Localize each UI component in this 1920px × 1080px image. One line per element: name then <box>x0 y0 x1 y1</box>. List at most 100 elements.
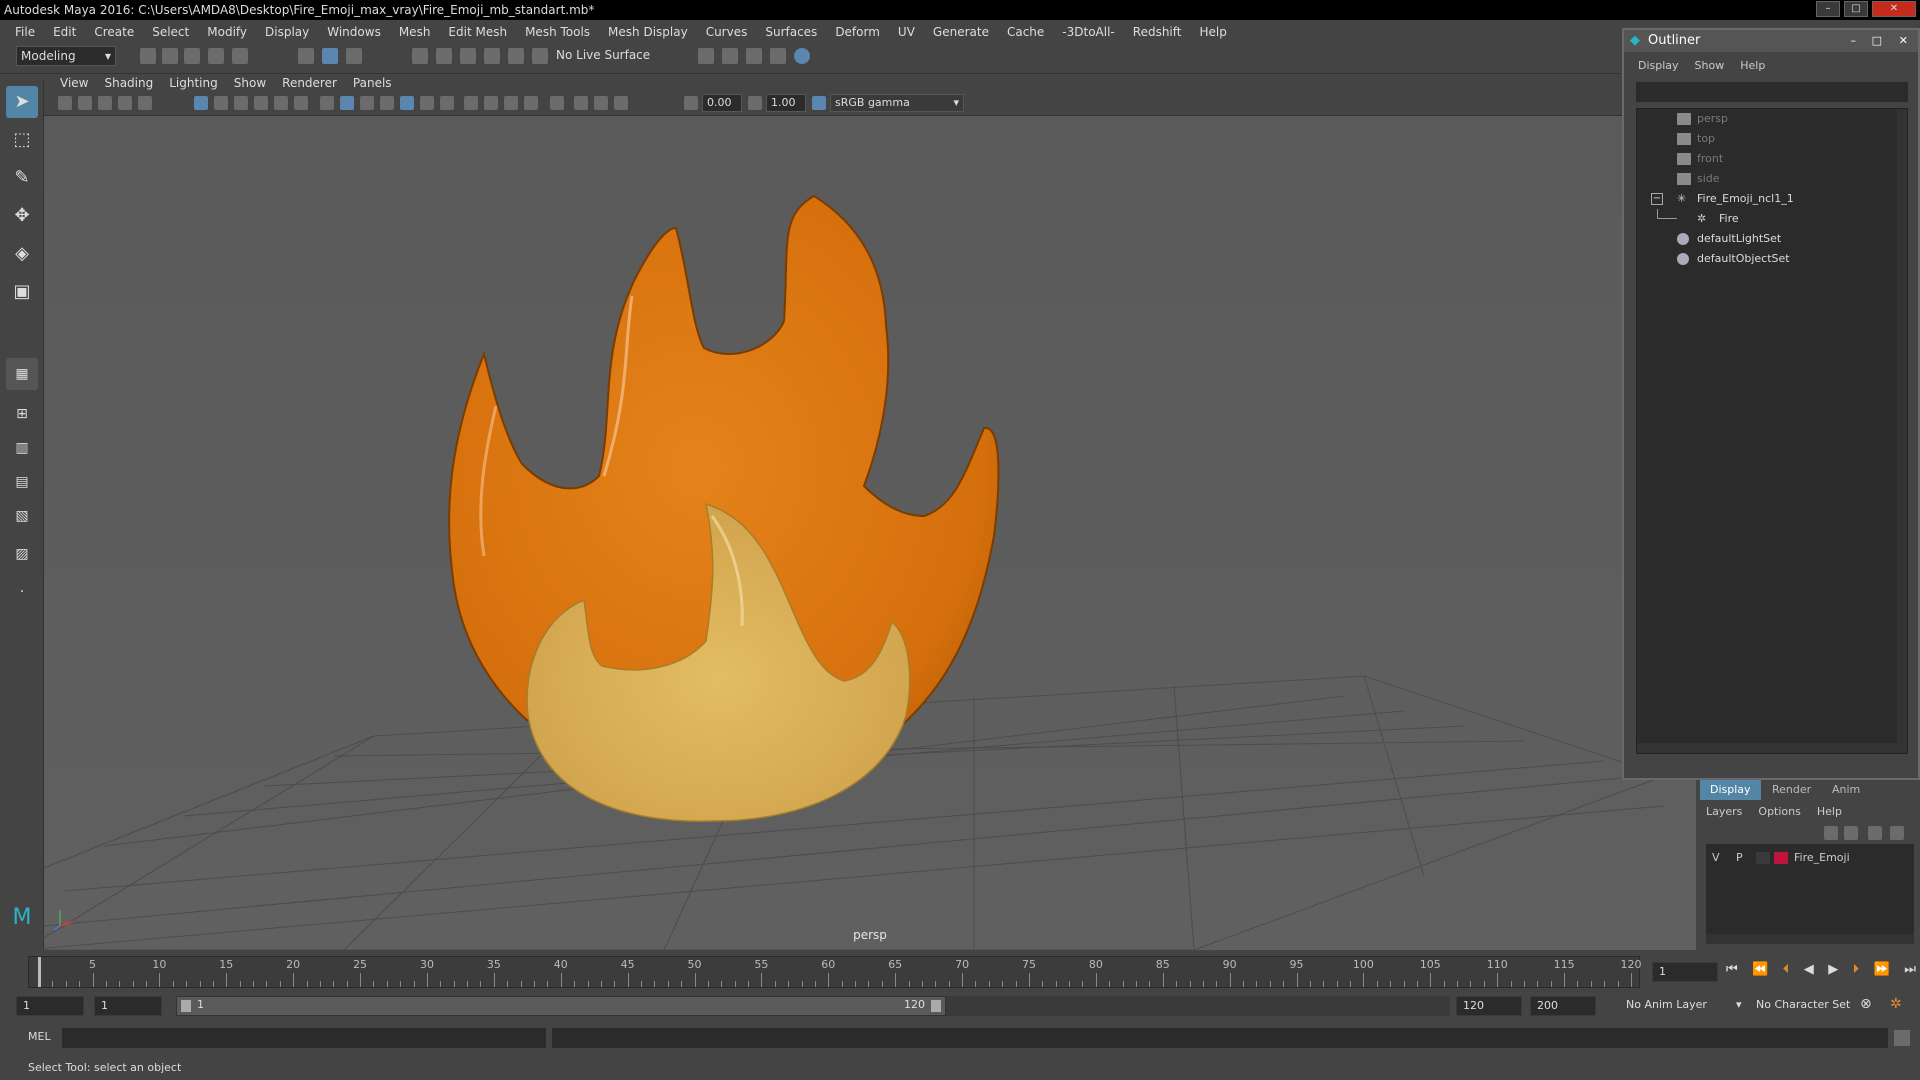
select-object-icon[interactable] <box>322 48 338 64</box>
preferences-icon[interactable]: ✲ <box>1890 996 1902 1012</box>
menu-curves[interactable]: Curves <box>697 25 757 39</box>
outliner-menu-help[interactable]: Help <box>1732 56 1773 76</box>
shadows-icon[interactable] <box>440 96 454 110</box>
xray-components-icon[interactable] <box>614 96 628 110</box>
select-tool-icon[interactable]: ➤ <box>6 86 38 118</box>
move-layer-down-icon[interactable] <box>1844 826 1858 840</box>
start-time-field[interactable]: 1 <box>16 996 84 1016</box>
menu-edit-mesh[interactable]: Edit Mesh <box>439 25 516 39</box>
mode-dropdown[interactable]: Modeling ▾ <box>16 46 116 66</box>
single-view-layout-icon[interactable]: ▦ <box>6 358 38 390</box>
range-start-handle[interactable] <box>181 1000 191 1012</box>
step-forward-key-icon[interactable]: ⏵ <box>1853 962 1860 982</box>
tree-item-front[interactable]: front <box>1637 149 1887 169</box>
close-button[interactable]: ✕ <box>1872 1 1916 17</box>
new-layer-icon[interactable] <box>1868 826 1882 840</box>
menu-cache[interactable]: Cache <box>998 25 1053 39</box>
go-to-end-icon[interactable]: ⏭ <box>1904 962 1916 982</box>
tab-display[interactable]: Display <box>1700 780 1761 800</box>
film-gate-icon[interactable] <box>214 96 228 110</box>
gate-mask-icon[interactable] <box>254 96 268 110</box>
open-scene-icon[interactable] <box>162 48 178 64</box>
grid-toggle-icon[interactable] <box>194 96 208 110</box>
outliner-search-input[interactable] <box>1636 82 1908 102</box>
vp-menu-show[interactable]: Show <box>226 76 274 90</box>
layer-row[interactable]: V P Fire_Emoji <box>1706 848 1914 868</box>
snap-grid-icon[interactable] <box>412 48 428 64</box>
layer-horizontal-scrollbar[interactable] <box>1706 934 1914 944</box>
anim-end-field[interactable]: 120 <box>1456 996 1522 1016</box>
menu-edit[interactable]: Edit <box>44 25 85 39</box>
layer-visibility-toggle[interactable]: V <box>1712 848 1720 868</box>
menu-3dtoall[interactable]: -3DtoAll- <box>1053 25 1123 39</box>
outliner-vertical-scrollbar[interactable] <box>1897 109 1907 753</box>
use-all-lights-icon[interactable] <box>420 96 434 110</box>
outliner-maximize-button[interactable]: □ <box>1872 30 1882 52</box>
anim-layer-dropdown[interactable]: No Anim Layer <box>1626 998 1707 1011</box>
tab-anim[interactable]: Anim <box>1822 780 1870 800</box>
new-layer-selected-icon[interactable] <box>1890 826 1904 840</box>
tree-item-persp[interactable]: persp <box>1637 109 1887 129</box>
lasso-tool-icon[interactable]: ⬚ <box>6 124 38 156</box>
depth-of-field-icon[interactable] <box>524 96 538 110</box>
anim-start-field[interactable]: 1 <box>94 996 162 1016</box>
play-forward-icon[interactable]: ▶ <box>1828 962 1838 982</box>
hypershade-icon[interactable] <box>770 48 786 64</box>
time-slider[interactable]: 5 10 15 20 25 30 35 40 45 50 55 60 65 70 75 80 85 90 95 100… <box>28 956 1642 988</box>
camera-select-icon[interactable] <box>58 96 72 110</box>
move-tool-icon[interactable]: ✥ <box>6 200 38 232</box>
render-frame-icon[interactable] <box>698 48 714 64</box>
render-view-icon[interactable] <box>794 48 810 64</box>
render-settings-icon[interactable] <box>746 48 762 64</box>
tree-item-top[interactable]: top <box>1637 129 1887 149</box>
collapse-icon[interactable]: − <box>1651 193 1663 205</box>
camera-attributes-icon[interactable] <box>78 96 92 110</box>
character-set-dropdown[interactable]: No Character Set <box>1756 998 1850 1011</box>
vp-menu-renderer[interactable]: Renderer <box>274 76 345 90</box>
menu-generate[interactable]: Generate <box>924 25 998 39</box>
tree-item-default-object-set[interactable]: defaultObjectSet <box>1637 249 1887 269</box>
menu-display[interactable]: Display <box>256 25 318 39</box>
snap-curve-icon[interactable] <box>436 48 452 64</box>
paint-select-icon[interactable]: ✎ <box>6 162 38 194</box>
ambient-occlusion-icon[interactable] <box>464 96 478 110</box>
vp-menu-view[interactable]: View <box>52 76 96 90</box>
current-frame-marker[interactable] <box>38 957 41 987</box>
isolate-select-icon[interactable] <box>550 96 564 110</box>
menu-redshift[interactable]: Redshift <box>1124 25 1191 39</box>
hypershade-layout-icon[interactable]: ▨ <box>6 538 38 570</box>
outliner-close-button[interactable]: ✕ <box>1899 30 1908 52</box>
mel-input[interactable] <box>62 1028 546 1048</box>
tree-item-fire[interactable]: ✲ Fire <box>1637 209 1887 229</box>
move-layer-up-icon[interactable] <box>1824 826 1838 840</box>
scale-tool-icon[interactable]: ▣ <box>6 276 38 308</box>
two-d-pan-icon[interactable] <box>138 96 152 110</box>
snap-surface-icon[interactable] <box>508 48 524 64</box>
select-hierarchy-icon[interactable] <box>298 48 314 64</box>
menu-uv[interactable]: UV <box>889 25 924 39</box>
scene-view[interactable] <box>44 116 1696 950</box>
more-layouts-icon[interactable]: · <box>6 576 38 608</box>
menu-mesh[interactable]: Mesh <box>390 25 440 39</box>
xray-joints-icon[interactable] <box>594 96 608 110</box>
menu-file[interactable]: File <box>6 25 44 39</box>
layer-menu-options[interactable]: Options <box>1750 802 1808 822</box>
mel-label[interactable]: MEL <box>28 1030 51 1043</box>
wireframe-icon[interactable] <box>320 96 334 110</box>
menu-select[interactable]: Select <box>143 25 198 39</box>
menu-mesh-display[interactable]: Mesh Display <box>599 25 697 39</box>
tree-item-side[interactable]: side <box>1637 169 1887 189</box>
select-component-icon[interactable] <box>346 48 362 64</box>
four-view-layout-icon[interactable]: ⊞ <box>6 398 38 430</box>
step-back-key-icon[interactable]: ⏴ <box>1783 962 1790 982</box>
outliner-menu-show[interactable]: Show <box>1687 56 1733 76</box>
tree-item-fire-emoji-group[interactable]: − ✳ Fire_Emoji_ncl1_1 <box>1637 189 1887 209</box>
auto-key-icon[interactable]: ⊗ <box>1860 996 1872 1012</box>
minimize-button[interactable]: – <box>1816 1 1840 17</box>
menu-surfaces[interactable]: Surfaces <box>756 25 826 39</box>
image-plane-icon[interactable] <box>118 96 132 110</box>
colorspace-dropdown[interactable]: sRGB gamma ▾ <box>830 94 964 112</box>
vp-menu-lighting[interactable]: Lighting <box>161 76 226 90</box>
menu-create[interactable]: Create <box>85 25 143 39</box>
outliner-layout-icon[interactable]: ▤ <box>6 466 38 498</box>
